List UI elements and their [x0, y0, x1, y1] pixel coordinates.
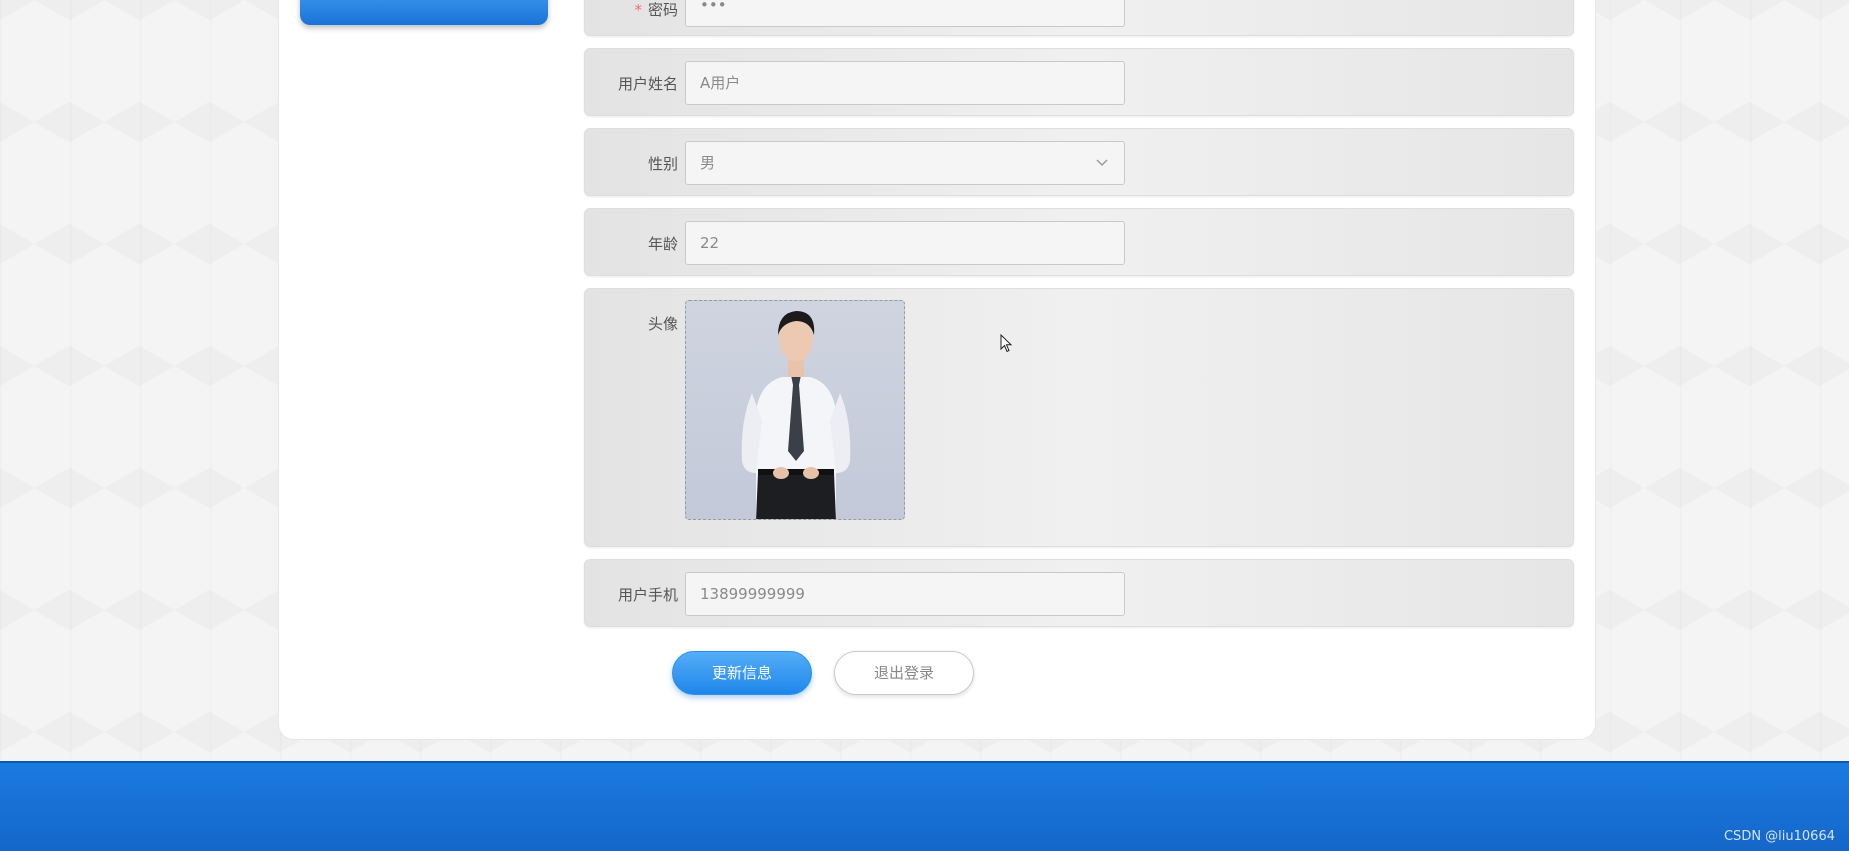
password-form-row: * 密码 •••	[584, 0, 1574, 36]
gender-label: 性别	[647, 155, 678, 173]
age-field[interactable]: 22	[685, 221, 1125, 265]
watermark-text: CSDN @liu10664	[1723, 829, 1835, 844]
phone-label: 用户手机	[617, 586, 678, 604]
username-field[interactable]: A用户	[685, 61, 1125, 105]
age-form-row: 年龄 22	[584, 208, 1574, 276]
avatar-upload[interactable]	[685, 300, 905, 520]
gender-selected-value: 男	[700, 154, 716, 172]
phone-form-row: 用户手机 13899999999	[584, 559, 1574, 627]
age-label: 年龄	[647, 235, 678, 253]
gender-select[interactable]: 男	[685, 141, 1125, 185]
mouse-cursor-icon	[1000, 334, 1013, 353]
avatar-form-row: 头像	[584, 288, 1574, 547]
avatar-label: 头像	[647, 315, 678, 333]
username-form-row: 用户姓名 A用户	[584, 48, 1574, 116]
password-label: * 密码	[634, 1, 678, 19]
sidebar-menu-button[interactable]	[300, 0, 548, 25]
logout-button[interactable]: 退出登录	[834, 651, 974, 695]
chevron-down-icon	[1096, 159, 1108, 166]
phone-field[interactable]: 13899999999	[685, 572, 1125, 616]
password-field[interactable]: •••	[685, 0, 1125, 27]
username-label: 用户姓名	[617, 75, 678, 93]
gender-form-row: 性别 男	[584, 128, 1574, 196]
update-info-button[interactable]: 更新信息	[672, 651, 812, 695]
page-footer: CSDN @liu10664	[0, 761, 1849, 851]
avatar-image	[741, 311, 851, 519]
